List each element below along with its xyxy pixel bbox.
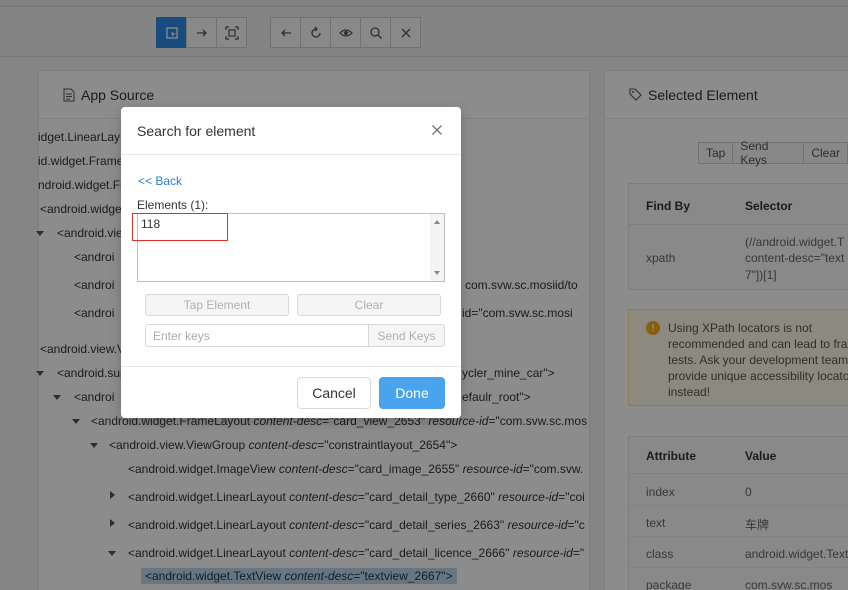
elements-label: Elements (1): [137,198,209,212]
done-button[interactable]: Done [379,377,445,409]
modal-title: Search for element [137,122,256,139]
list-scrollbar[interactable] [430,214,444,281]
modal-footer-divider [121,366,461,367]
modal-header: Search for element [121,107,461,155]
search-element-modal: Search for element << Back Elements (1):… [121,107,461,418]
send-keys-button[interactable]: Send Keys [368,324,445,347]
tap-element-button[interactable]: Tap Element [145,294,289,316]
cancel-button[interactable]: Cancel [297,377,371,409]
clear-button[interactable]: Clear [297,294,441,316]
highlight-annotation-box [132,213,228,241]
scroll-down-icon[interactable] [434,271,440,275]
scroll-up-icon[interactable] [434,220,440,224]
close-icon[interactable] [431,124,443,136]
keys-input[interactable]: Enter keys [145,324,369,347]
back-link[interactable]: << Back [138,174,182,188]
